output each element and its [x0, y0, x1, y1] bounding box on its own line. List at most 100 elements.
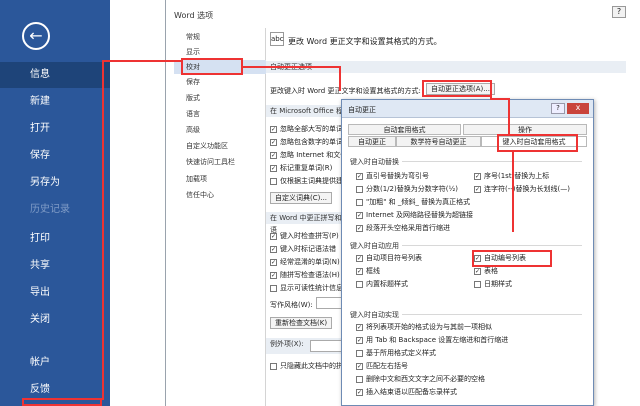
- implement-option-1[interactable]: ✓ 将列表项开始的格式设为与其前一项相似: [356, 322, 492, 332]
- word-option-5[interactable]: 显示可读性统计信息: [270, 283, 343, 293]
- office-option-1[interactable]: ✓ 忽略全部大写的单词: [270, 124, 343, 134]
- checkbox[interactable]: [356, 185, 363, 193]
- backstage-item-save[interactable]: 保存: [0, 143, 110, 169]
- checkbox[interactable]: ✓: [356, 323, 363, 331]
- replace-option-5[interactable]: ✓ 段落开头空格采用首行缩进: [356, 223, 450, 233]
- word-option-2[interactable]: ✓ 键入时标记语法错: [270, 244, 336, 254]
- checkbox[interactable]: [270, 177, 277, 185]
- nav-item-language[interactable]: 语言: [174, 107, 266, 121]
- nav-item-addins[interactable]: 加载项: [174, 172, 266, 186]
- checkbox[interactable]: ✓: [270, 232, 277, 240]
- nav-item-trust-center[interactable]: 信任中心: [174, 188, 266, 202]
- apply-right-option-1[interactable]: ✓ 自动编号列表: [474, 253, 526, 263]
- checkbox[interactable]: [356, 198, 363, 206]
- tab-actions[interactable]: 操作: [463, 124, 587, 135]
- nav-item-proofing[interactable]: 校对: [174, 60, 266, 74]
- implement-option-5[interactable]: 删除中文和西文文字之间不必要的空格: [356, 374, 485, 384]
- tab-autoformat[interactable]: 自动套用格式: [348, 124, 461, 135]
- office-option-5[interactable]: 仅根据主词典提供建: [270, 176, 343, 186]
- backstage-item-feedback[interactable]: 反馈: [0, 377, 110, 403]
- implement-option-2[interactable]: ✓ 用 Tab 和 Backspace 设置左缩进和首行缩进: [356, 335, 508, 345]
- backstage-item-export[interactable]: 导出: [0, 280, 110, 306]
- apply-option-3[interactable]: 内置标题样式: [356, 279, 408, 289]
- checkbox[interactable]: ✓: [356, 388, 363, 396]
- group-divider: [402, 314, 582, 315]
- checkbox[interactable]: ✓: [474, 185, 481, 193]
- word-option-3[interactable]: ✓ 经常混淆的单词(N): [270, 257, 340, 267]
- back-arrow-icon[interactable]: ←: [22, 22, 50, 50]
- nav-item-save[interactable]: 保存: [174, 75, 266, 89]
- checkbox[interactable]: ✓: [270, 151, 277, 159]
- checkbox[interactable]: [270, 362, 277, 370]
- apply-right-option-2[interactable]: ✓ 表格: [474, 266, 498, 276]
- office-option-4[interactable]: ✓ 标记重复单词(R): [270, 163, 332, 173]
- window-title: Word 选项: [174, 11, 214, 20]
- checkbox[interactable]: ✓: [356, 172, 363, 180]
- dialog-close-button[interactable]: x: [567, 103, 589, 114]
- custom-dictionary-button[interactable]: 自定义词典(C)...: [270, 192, 333, 204]
- checkbox[interactable]: ✓: [474, 267, 481, 275]
- checkbox[interactable]: [356, 280, 363, 288]
- checkbox[interactable]: ✓: [356, 211, 363, 219]
- backstage-item-open[interactable]: 打开: [0, 116, 110, 142]
- office-option-3[interactable]: ✓ 忽略 Internet 和文件: [270, 150, 347, 160]
- backstage-item-share[interactable]: 共享: [0, 253, 110, 279]
- word-option-1[interactable]: ✓ 键入时检查拼写(P): [270, 231, 339, 241]
- checkbox[interactable]: ✓: [474, 254, 481, 262]
- replace-option-2[interactable]: 分数(1/2)替换为分数字符(½): [356, 184, 458, 194]
- nav-item-general[interactable]: 常规: [174, 30, 266, 44]
- replace-option-4[interactable]: ✓ Internet 及网络路径替换为超链接: [356, 210, 473, 220]
- help-button[interactable]: ?: [612, 6, 626, 18]
- checkbox[interactable]: [270, 284, 277, 292]
- checkbox[interactable]: ✓: [356, 336, 363, 344]
- option-label: Internet 及网络路径替换为超链接: [366, 211, 474, 219]
- option-label: 直引号替换为弯引号: [366, 172, 429, 180]
- checkbox[interactable]: [474, 280, 481, 288]
- option-label: 经常混淆的单词(N): [280, 258, 340, 266]
- backstage-item-info[interactable]: 信息: [0, 62, 110, 88]
- replace-option-3[interactable]: "加粗" 和 _倾斜_ 替换为真正格式: [356, 197, 470, 207]
- implement-option-4[interactable]: ✓ 匹配左右括号: [356, 361, 408, 371]
- backstage-item-close[interactable]: 关闭: [0, 307, 110, 333]
- implement-option-6[interactable]: ✓ 插入结束语以匹配备忘录样式: [356, 387, 457, 397]
- checkbox[interactable]: ✓: [356, 267, 363, 275]
- nav-item-customize-ribbon[interactable]: 自定义功能区: [174, 139, 266, 153]
- option-label: 分数(1/2)替换为分数字符(½): [366, 185, 458, 193]
- apply-option-2[interactable]: ✓ 框线: [356, 266, 380, 276]
- nav-item-layout[interactable]: 版式: [174, 91, 266, 105]
- dialog-help-button[interactable]: ?: [551, 103, 565, 114]
- checkbox[interactable]: [356, 349, 363, 357]
- hide-spelling-option[interactable]: 只隐藏此文档中的拼写: [270, 361, 350, 371]
- checkbox[interactable]: ✓: [356, 254, 363, 262]
- implement-option-3[interactable]: 基于所用格式定义样式: [356, 348, 436, 358]
- checkbox[interactable]: ✓: [270, 138, 277, 146]
- tab-autocorrect[interactable]: 自动更正: [348, 136, 396, 147]
- apply-right-option-3[interactable]: 日期样式: [474, 279, 512, 289]
- tab-math-autocorrect[interactable]: 数学符号自动更正: [396, 136, 481, 147]
- recheck-document-button[interactable]: 重新检查文档(K): [270, 317, 333, 329]
- backstage-item-save-as[interactable]: 另存为: [0, 170, 110, 196]
- checkbox[interactable]: ✓: [270, 125, 277, 133]
- replace-option-1[interactable]: ✓ 直引号替换为弯引号: [356, 171, 429, 181]
- replace-right-option-2[interactable]: ✓ 连字符(--)替换为长划线(—): [474, 184, 570, 194]
- checkbox[interactable]: ✓: [270, 164, 277, 172]
- apply-option-1[interactable]: ✓ 自动项目符号列表: [356, 253, 422, 263]
- checkbox[interactable]: ✓: [270, 258, 277, 266]
- checkbox[interactable]: ✓: [270, 245, 277, 253]
- backstage-item-print[interactable]: 打印: [0, 226, 110, 252]
- checkbox[interactable]: ✓: [474, 172, 481, 180]
- checkbox[interactable]: ✓: [270, 271, 277, 279]
- word-option-4[interactable]: ✓ 随拼写检查语法(H): [270, 270, 340, 280]
- tab-autoformat-as-you-type[interactable]: 键入时自动套用格式: [481, 136, 587, 147]
- backstage-item-account[interactable]: 帐户: [0, 350, 110, 376]
- backstage-item-new[interactable]: 新建: [0, 89, 110, 115]
- checkbox[interactable]: ✓: [356, 362, 363, 370]
- replace-right-option-1[interactable]: ✓ 序号(1st)替换为上标: [474, 171, 549, 181]
- office-option-2[interactable]: ✓ 忽略包含数字的单词: [270, 137, 343, 147]
- nav-item-display[interactable]: 显示: [174, 45, 266, 59]
- checkbox[interactable]: ✓: [356, 224, 363, 232]
- autocorrect-options-button[interactable]: 自动更正选项(A)...: [426, 83, 495, 95]
- checkbox[interactable]: [356, 375, 363, 383]
- nav-item-quick-access[interactable]: 快速访问工具栏: [174, 155, 266, 169]
- nav-item-advanced[interactable]: 高级: [174, 123, 266, 137]
